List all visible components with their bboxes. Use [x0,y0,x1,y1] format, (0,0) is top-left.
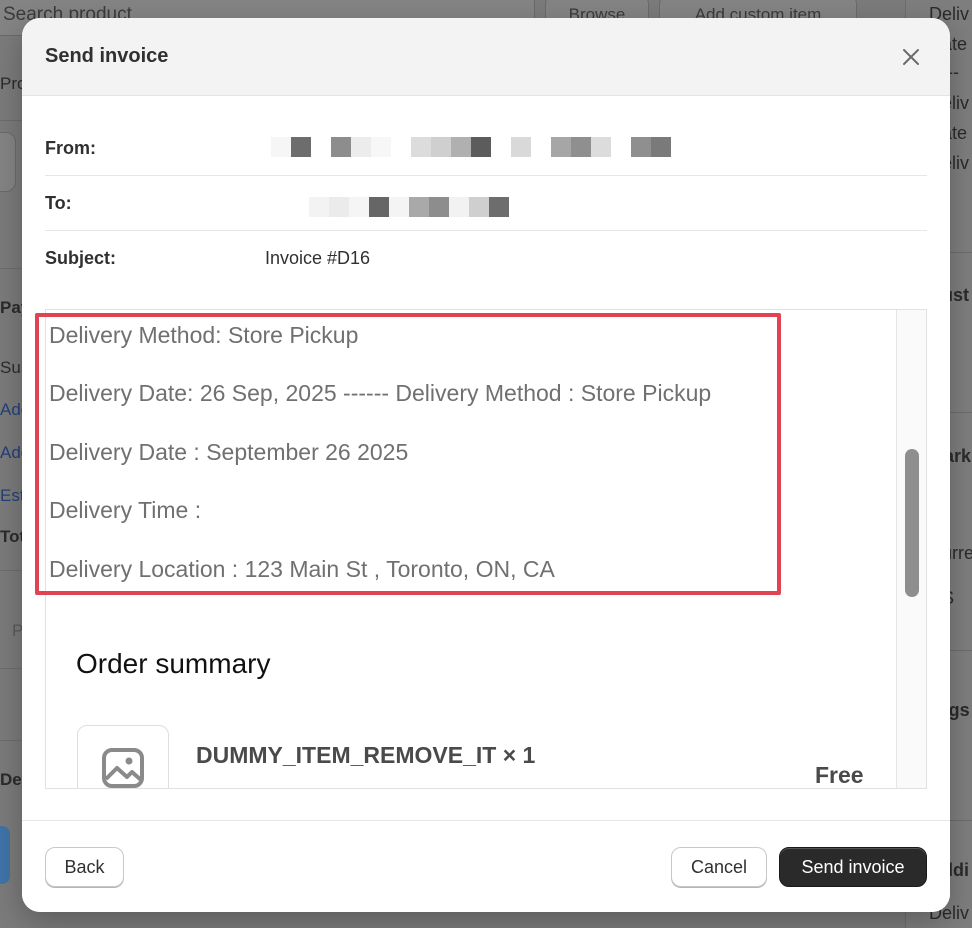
preview-scrollbar-thumb[interactable] [905,449,919,597]
delivery-method-line: Delivery Method: Store Pickup [49,322,359,348]
subject-row: Subject: Invoice #D16 [45,230,927,285]
send-invoice-modal: Send invoice From: To: Subject: Invoice … [22,18,950,912]
back-button[interactable]: Back [45,847,124,887]
subject-label: Subject: [45,248,117,268]
item-thumbnail [77,725,169,789]
from-value-redacted [271,137,671,157]
delivery-date-method-line: Delivery Date: 26 Sep, 2025 ------ Deliv… [49,380,712,406]
image-placeholder-icon [101,747,145,789]
delivery-date-line: Delivery Date : September 26 2025 [49,439,409,465]
modal-header: Send invoice [22,18,950,96]
to-value-redacted [309,197,509,217]
background-left-card [0,132,16,192]
from-row: From: [45,120,927,176]
item-price: Free [815,762,864,788]
send-invoice-button[interactable]: Send invoice [779,847,927,887]
order-summary-title: Order summary [76,648,271,679]
item-name: DUMMY_ITEM_REMOVE_IT × 1 [196,742,536,768]
subject-value: Invoice #D16 [265,248,371,268]
delivery-location-line: Delivery Location : 123 Main St , Toront… [49,556,555,582]
from-label: From: [45,138,96,158]
preview-scrollbar[interactable] [896,310,926,788]
modal-footer: Back Cancel Send invoice [22,820,950,912]
close-button[interactable] [894,42,928,76]
to-label: To: [45,193,72,213]
delivery-time-line: Delivery Time : [49,497,202,523]
invoice-preview[interactable]: Delivery Method: Store Pickup Delivery D… [45,309,927,789]
modal-title: Send invoice [45,45,169,67]
to-row: To: [45,175,927,231]
close-icon [902,48,920,71]
cancel-button[interactable]: Cancel [671,847,767,887]
background-blue-button [0,826,10,884]
